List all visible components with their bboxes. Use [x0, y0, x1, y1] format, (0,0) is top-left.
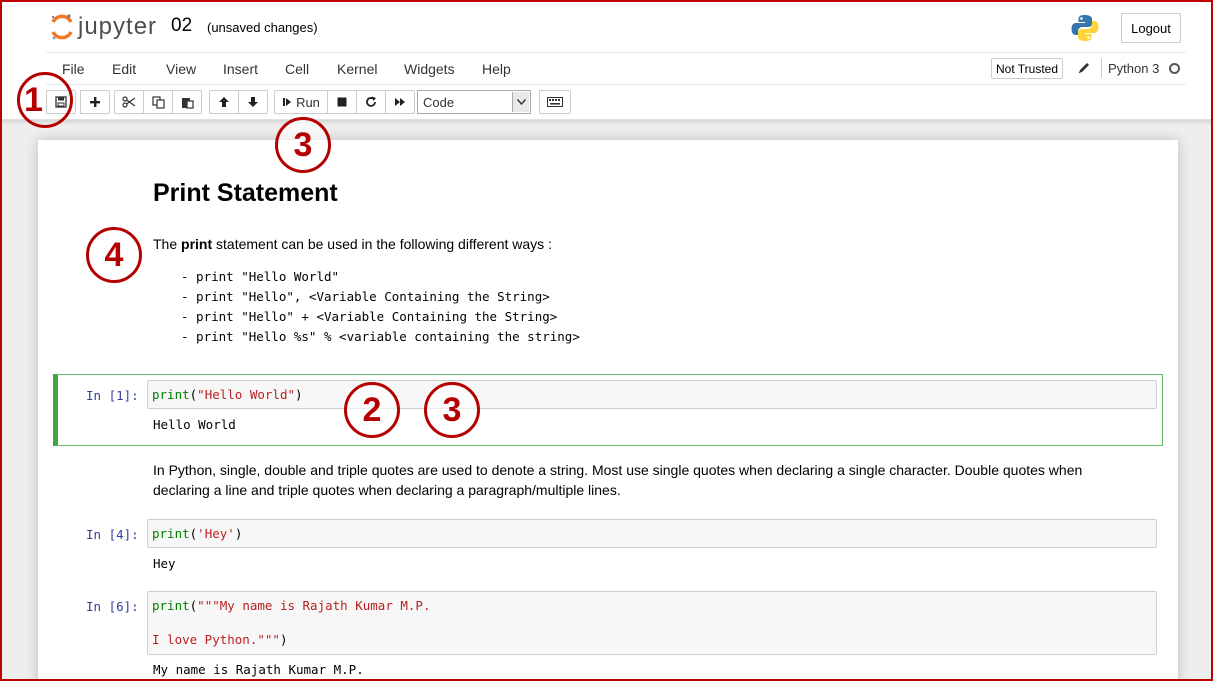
markdown-heading: Print Statement — [153, 179, 338, 207]
chevron-down-icon — [512, 92, 529, 112]
notebook-header: jupyter 02 (unsaved changes) Logout File… — [0, 0, 1213, 120]
cell-output: Hello World — [153, 417, 236, 432]
edit-group — [114, 90, 202, 114]
stop-icon — [337, 97, 347, 107]
code-line: print("""My name is Rajath Kumar M.P. — [152, 598, 431, 613]
list-item: - print "Hello World" — [181, 269, 340, 284]
arrow-up-icon — [219, 97, 229, 107]
menu-view[interactable]: View — [166, 61, 196, 77]
insert-cell-button[interactable] — [80, 90, 110, 114]
annotation-badge-1: 1 — [17, 72, 73, 128]
insert-group — [80, 90, 110, 114]
annotation-badge-4: 4 — [86, 227, 142, 283]
fast-forward-icon — [395, 98, 405, 106]
paste-icon — [181, 97, 194, 109]
intro-suffix: statement can be used in the following d… — [212, 236, 552, 252]
cell-output: My name is Rajath Kumar M.P. — [153, 662, 364, 677]
jupyter-logo-text: jupyter — [78, 13, 158, 40]
annotation-badge-3: 3 — [275, 117, 331, 173]
keyboard-icon — [547, 97, 563, 107]
list-item: - print "Hello" + <Variable Containing t… — [181, 309, 558, 324]
kernel-name[interactable]: Python 3 — [1108, 61, 1159, 76]
copy-icon — [151, 95, 165, 109]
code-line: I love Python.""") — [152, 632, 288, 647]
kernel-divider — [1101, 58, 1102, 78]
command-palette-group — [539, 90, 571, 114]
menu-edit[interactable]: Edit — [112, 61, 136, 77]
save-status: (unsaved changes) — [207, 20, 318, 35]
restart-icon — [366, 96, 376, 107]
cell-type-value: Code — [423, 94, 455, 110]
command-palette-button[interactable] — [539, 90, 571, 114]
menu-help[interactable]: Help — [482, 61, 511, 77]
input-prompt: In [6]: — [86, 599, 139, 614]
not-trusted-button[interactable]: Not Trusted — [991, 58, 1064, 79]
cell-output: Hey — [153, 556, 176, 571]
input-prompt: In [4]: — [86, 527, 139, 542]
jupyter-logo[interactable]: jupyter — [50, 12, 157, 42]
menu-cell[interactable]: Cell — [285, 61, 309, 77]
move-down-button[interactable] — [238, 90, 268, 114]
list-item: - print "Hello %s" % <variable containin… — [181, 329, 580, 344]
markdown-paragraph-line: In Python, single, double and triple quo… — [153, 462, 1083, 478]
paste-button[interactable] — [172, 90, 202, 114]
step-forward-icon — [283, 98, 292, 106]
copy-button[interactable] — [143, 90, 173, 114]
intro-bold-print: print — [181, 236, 213, 252]
annotation-badge-2: 2 — [344, 382, 400, 438]
intro-prefix: The — [153, 236, 182, 252]
cell-type-select[interactable]: Code — [417, 90, 531, 114]
code-line: print("Hello World") — [152, 387, 303, 402]
code-input-area[interactable] — [147, 519, 1157, 548]
python-logo-icon — [1070, 13, 1100, 48]
menu-insert[interactable]: Insert — [223, 61, 258, 77]
logout-button[interactable]: Logout — [1121, 13, 1181, 43]
interrupt-kernel-button[interactable] — [327, 90, 357, 114]
jupyter-logo-icon — [50, 12, 74, 42]
menu-kernel[interactable]: Kernel — [337, 61, 377, 77]
edit-mode-pencil-icon — [1077, 61, 1091, 80]
scissors-icon — [122, 96, 136, 108]
run-button-label: Run — [296, 94, 320, 110]
markdown-intro: The print statement can be used in the f… — [153, 234, 552, 254]
kernel-idle-indicator-icon — [1169, 63, 1180, 74]
list-item: - print "Hello", <Variable Containing th… — [181, 289, 550, 304]
move-up-button[interactable] — [209, 90, 239, 114]
run-group: Run — [274, 90, 415, 114]
annotation-badge-3b: 3 — [424, 382, 480, 438]
input-prompt: In [1]: — [86, 388, 139, 403]
arrow-down-icon — [248, 97, 258, 107]
restart-kernel-button[interactable] — [356, 90, 386, 114]
run-button[interactable]: Run — [274, 90, 328, 114]
menu-widgets[interactable]: Widgets — [404, 61, 455, 77]
plus-icon — [90, 97, 100, 107]
move-group — [209, 90, 268, 114]
menu-file[interactable]: File — [62, 61, 85, 77]
restart-run-all-button[interactable] — [385, 90, 415, 114]
cut-button[interactable] — [114, 90, 144, 114]
code-line: print('Hey') — [152, 526, 243, 541]
markdown-paragraph-line: declaring a line and triple quotes when … — [153, 482, 621, 498]
notebook-name[interactable]: 02 — [171, 15, 192, 37]
